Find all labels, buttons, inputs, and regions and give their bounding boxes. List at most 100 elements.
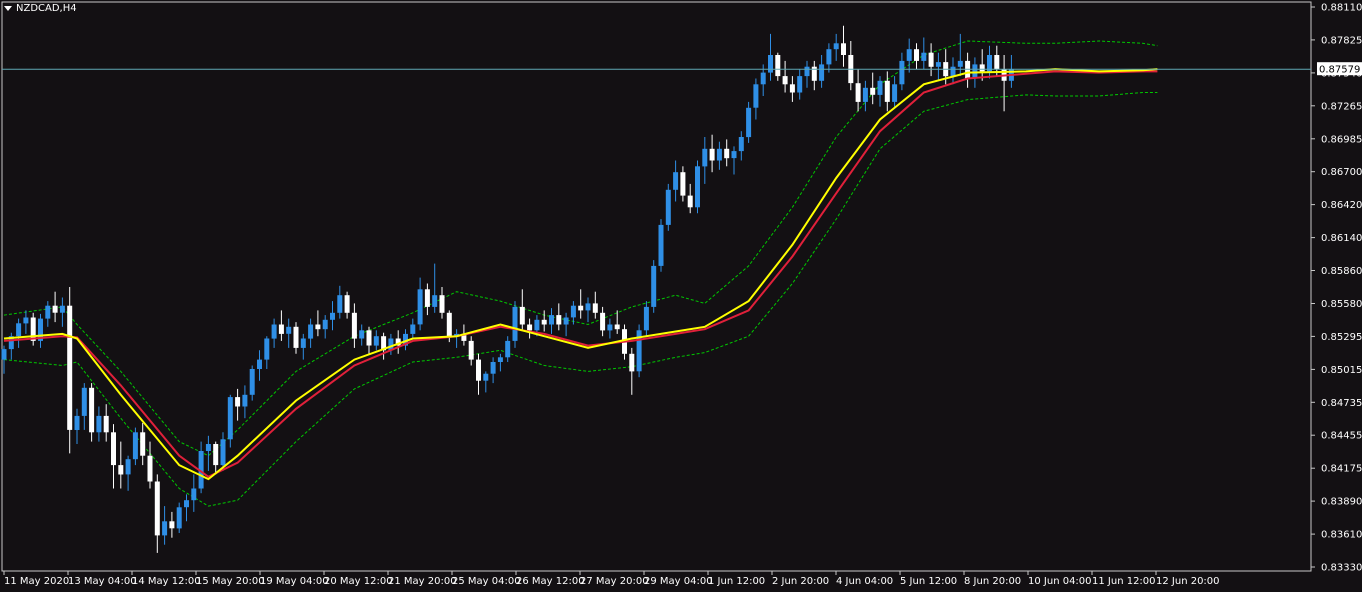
candle-body <box>497 357 503 362</box>
ma-slow-line <box>3 70 1158 478</box>
candle-body <box>16 323 22 337</box>
candle-body <box>89 387 95 433</box>
candle-body <box>118 465 124 475</box>
candle <box>570 301 576 325</box>
candle <box>308 318 314 348</box>
candle <box>811 60 817 91</box>
candle <box>921 37 927 70</box>
price-tick-label: 0.85860 <box>1321 266 1362 277</box>
time-tick-label: 11 May 2020 <box>4 576 69 587</box>
time-tick-label: 14 May 12:00 <box>132 576 201 587</box>
candle <box>278 310 284 341</box>
candle <box>731 146 737 175</box>
candle <box>257 350 262 381</box>
candle <box>541 310 547 332</box>
candle-body <box>643 306 649 331</box>
candle-body <box>140 432 146 456</box>
time-axis: 11 May 202013 May 04:0014 May 12:0015 Ma… <box>3 571 1220 587</box>
candle-body <box>541 319 547 325</box>
candle-body <box>724 148 730 159</box>
candle-body <box>534 319 540 331</box>
candle <box>979 49 985 81</box>
current-price-label: 0.87579 <box>1319 65 1360 76</box>
candle-body <box>950 66 956 77</box>
candle-body <box>914 49 919 61</box>
candle <box>191 474 197 512</box>
candle <box>125 455 131 491</box>
candle <box>709 134 715 173</box>
candle <box>8 332 14 360</box>
candle-body <box>570 305 576 318</box>
candle-body <box>432 295 438 307</box>
candle-body <box>125 459 131 475</box>
candle <box>476 353 481 395</box>
time-tick-label: 25 May 04:00 <box>452 576 521 587</box>
candle-body <box>592 303 598 313</box>
candle <box>855 69 861 112</box>
candle <box>673 160 679 202</box>
candle-body <box>760 72 766 85</box>
candle <box>782 60 788 93</box>
candle-body <box>191 488 197 501</box>
candle-body <box>468 340 474 360</box>
price-tick-label: 0.87265 <box>1321 101 1362 112</box>
chart-window[interactable]: 0.881100.878250.875400.872650.869850.867… <box>0 0 1362 592</box>
candle <box>797 69 803 100</box>
candle-body <box>154 481 160 536</box>
candle-body <box>928 52 934 67</box>
candle <box>300 333 306 360</box>
candle <box>906 38 912 73</box>
price-tick-label: 0.84175 <box>1321 464 1362 475</box>
candle-body <box>600 312 606 331</box>
candle-body <box>651 265 657 307</box>
candle <box>665 183 671 231</box>
price-chart[interactable]: 0.881100.878250.875400.872650.869850.867… <box>0 0 1362 592</box>
symbol-title-bar[interactable]: NZDCAD,H4 <box>4 3 77 14</box>
candle <box>877 76 883 107</box>
candle-body <box>746 107 752 138</box>
candle-body <box>979 64 985 72</box>
candle <box>549 308 554 334</box>
candle-body <box>585 303 591 311</box>
candle-body <box>578 305 584 311</box>
candle-body <box>899 60 905 85</box>
candle <box>775 52 781 81</box>
candle <box>914 43 919 70</box>
candle-body <box>235 397 241 407</box>
time-tick-label: 27 May 20:00 <box>580 576 649 587</box>
price-tick-label: 0.85580 <box>1321 299 1362 310</box>
candle-body <box>789 84 795 93</box>
candle-body <box>862 87 868 102</box>
candle <box>330 301 335 331</box>
candle <box>505 336 511 362</box>
candle-body <box>286 326 292 334</box>
candle <box>746 101 752 143</box>
candle-body <box>446 312 452 337</box>
ma-fast-line <box>3 68 1158 481</box>
candle-body <box>490 362 496 374</box>
candle-body <box>775 55 781 77</box>
candle <box>359 324 365 346</box>
candle <box>527 318 533 339</box>
candle-body <box>81 387 87 416</box>
time-tick-label: 26 May 12:00 <box>516 576 585 587</box>
candle-body <box>111 432 116 466</box>
candle <box>96 406 102 442</box>
candle-body <box>884 80 890 102</box>
candle-body <box>213 444 219 466</box>
candle <box>205 435 211 471</box>
candle <box>74 408 80 444</box>
candle-body <box>103 415 109 433</box>
candle-body <box>782 76 788 85</box>
candle <box>52 291 58 323</box>
candle-body <box>921 52 927 61</box>
candle-body <box>271 324 277 339</box>
candle <box>59 297 65 327</box>
candle-body <box>519 306 525 325</box>
candle <box>658 219 664 272</box>
candle-body <box>366 330 372 346</box>
triangle-down-icon[interactable] <box>4 6 12 11</box>
candle <box>147 441 153 489</box>
candle <box>417 277 423 331</box>
candle-body <box>556 315 562 325</box>
